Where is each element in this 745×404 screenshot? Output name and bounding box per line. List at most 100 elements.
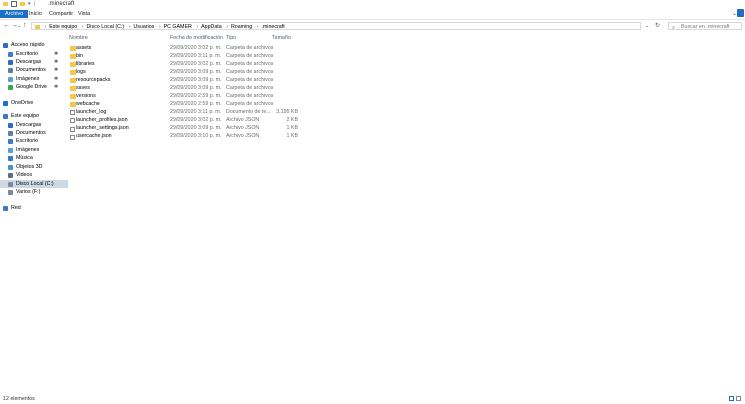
address-dropdown-icon[interactable]: ⌄ [645,23,649,29]
file-row[interactable]: libraries 29/09/2020 3:02 p. m. Carpeta de… [62,61,362,69]
breadcrumb-folder-icon [35,24,40,29]
sidebar-item-label: Objetos 3D [16,164,43,170]
sidebar-item[interactable]: Acceso rápido [0,41,63,49]
file-size: 1 KB [286,133,298,140]
file-name: logs [76,68,86,75]
file-name: resourcepacks [76,76,111,83]
breadcrumb-item[interactable]: PC GAMER [164,24,192,30]
up-icon[interactable]: ↑ [23,22,27,29]
sidebar-item[interactable]: Videos [0,171,68,179]
column-header-date[interactable]: Fecha de modificación [170,34,223,42]
file-name: libraries [76,60,95,67]
file-icon [70,110,75,116]
file-date: 29/09/2020 3:09 p. m. [170,125,222,131]
sidebar-item[interactable]: Documentos ✱ [0,66,68,74]
toolbar-dropdown-icon[interactable]: ▾ [28,1,31,7]
sidebar-item[interactable]: OneDrive [0,99,63,107]
sidebar-item[interactable]: Varios (F:) [0,188,68,196]
large-icons-view-icon[interactable] [736,396,741,401]
file-row[interactable]: launcher_settings.json 29/09/2020 3:09 p.… [62,125,362,133]
file-name: launcher_profiles.json [76,116,128,123]
sidebar-item[interactable]: Google Drive ✱ [0,83,68,91]
file-row[interactable]: assets 29/09/2020 3:02 p. m. Carpeta de ar… [62,45,362,53]
file-row[interactable]: versions 29/09/2020 2:59 p. m. Carpeta de … [62,93,362,101]
breadcrumb-item[interactable]: .minecraft [261,24,284,30]
star-icon [3,42,8,48]
sidebar-item-label: Red [11,205,21,211]
window-title: .minecraft [48,1,75,7]
help-icon[interactable] [737,9,744,17]
sidebar-item[interactable]: Documentos [0,129,68,137]
file-row[interactable]: usercache.json 29/09/2020 3:10 p. m. Archi… [62,133,362,141]
sidebar-item[interactable]: Este equipo [0,112,63,120]
recent-locations-icon[interactable]: ⌄ [17,23,21,29]
documents-icon [8,130,13,136]
breadcrumb-item[interactable]: Este equipo [49,24,77,30]
status-bar: 12 elementos [0,394,745,404]
breadcrumb[interactable]: › Este equipo › Disco Local (C:) › Usuarios… [31,22,641,30]
sidebar-item[interactable]: Escritorio [0,137,68,145]
sidebar-item-label: Música [16,155,33,161]
file-row[interactable]: resourcepacks 29/09/2020 3:09 p. m. Carpet… [62,77,362,85]
desktop-icon [8,51,13,57]
title-bar: ▾ | .minecraft [0,0,745,9]
file-date: 29/09/2020 3:02 p. m. [170,116,222,123]
file-date: 29/09/2020 3:09 p. m. [170,76,222,83]
sidebar-item-label: Varios (F:) [16,189,41,195]
sidebar-item[interactable]: Imágenes [0,146,68,154]
sidebar-item[interactable]: Imágenes ✱ [0,75,68,83]
file-name: usercache.json [76,133,112,140]
sidebar-item[interactable]: Red [0,204,63,212]
sidebar-item[interactable]: Descargas [0,121,68,129]
sidebar-item[interactable]: Disco Local (C:) [0,180,68,188]
sidebar-item[interactable]: Música [0,154,68,162]
file-name: assets [76,44,92,51]
breadcrumb-item[interactable]: AppData [201,24,222,30]
tab-vista[interactable]: Vista [73,10,95,18]
drive-icon [8,181,13,187]
column-header-type[interactable]: Tipo [226,34,236,42]
file-row[interactable]: saves 29/09/2020 3:09 p. m. Carpeta de arc… [62,85,362,93]
sidebar-item[interactable]: Descargas ✱ [0,58,68,66]
folder-icon[interactable] [3,2,8,6]
search-placeholder: Buscar en .minecraft [681,24,730,30]
file-date: 29/09/2020 3:02 p. m. [170,60,222,67]
file-icon [70,126,75,132]
file-date: 29/09/2020 2:59 p. m. [170,92,222,99]
column-header-size[interactable]: Tamaño [272,34,291,42]
sidebar-item-label: Descargas [16,122,42,128]
file-row[interactable]: webcache 29/09/2020 2:59 p. m. Carpeta de … [62,101,362,109]
details-view-icon[interactable] [729,396,734,401]
file-icon [70,134,75,140]
file-name: webcache [76,100,100,107]
file-type: Carpeta de archivos [226,84,274,91]
properties-icon[interactable] [11,1,17,7]
refresh-icon[interactable]: ↻ [655,22,660,29]
file-type: Archivo JSON [226,116,260,123]
documents-icon [8,67,13,73]
breadcrumb-item[interactable]: Roaming [231,24,252,30]
file-name: versions [76,92,96,99]
sidebar-item-label: Acceso rápido [11,42,45,48]
breadcrumb-item[interactable]: Disco Local (C:) [86,24,124,30]
file-name: launcher_log [76,108,107,115]
sidebar-item-label: Imágenes [16,147,40,153]
new-folder-icon[interactable] [20,2,25,6]
breadcrumb-item[interactable]: Usuarios [133,24,154,30]
address-bar-row: ← → ⌄ ↑ › Este equipo › Disco Local (C:) ›… [0,20,745,33]
column-header-name[interactable]: Nombre [69,34,88,42]
file-row[interactable]: launcher_profiles.json 29/09/2020 3:02 p.… [62,117,362,125]
sidebar-item-label: Disco Local (C:) [16,181,54,187]
sidebar-item[interactable]: Objetos 3D [0,163,68,171]
download-icon [8,122,13,128]
file-row[interactable]: bin 29/09/2020 3:11 p. m. Carpeta de archi… [62,53,362,61]
file-row[interactable]: launcher_log 29/09/2020 3:11 p. m. Documen… [62,109,362,117]
search-input[interactable]: ⌕ Buscar en .minecraft [668,22,742,31]
file-type: Carpeta de archivos [226,76,274,83]
sidebar-item-label: Google Drive [16,84,47,90]
back-icon[interactable]: ← [3,22,10,29]
sidebar-item-label: Documentos [16,130,46,136]
view-buttons [729,396,741,401]
sidebar-item[interactable]: Escritorio ✱ [0,50,68,58]
file-row[interactable]: logs 29/09/2020 3:09 p. m. Carpeta de arch… [62,69,362,77]
